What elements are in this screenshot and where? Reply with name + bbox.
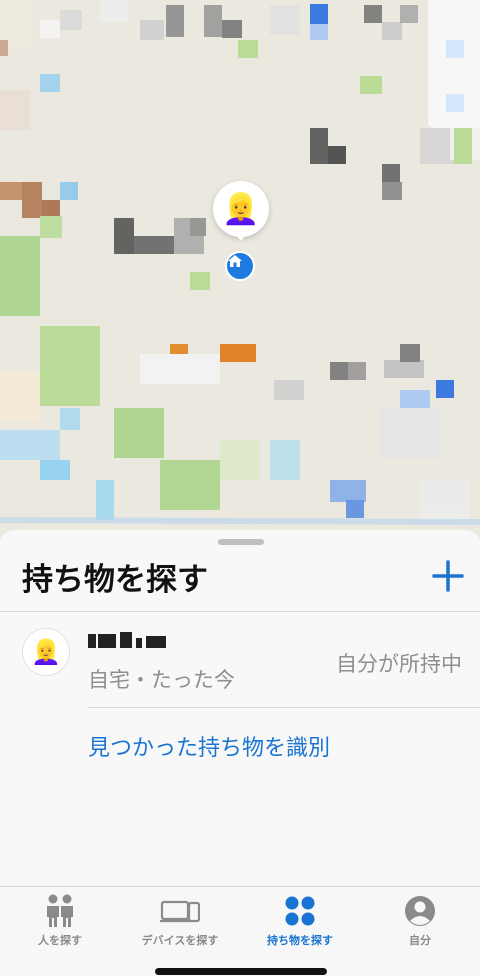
tab-me[interactable]: 自分 <box>360 887 480 957</box>
house-icon <box>228 255 242 267</box>
tab-bar: 人を探す デバイスを探す 持ち物を探す 自分 <box>0 886 480 976</box>
sheet-title: 持ち物を探す <box>22 562 208 598</box>
tab-devices[interactable]: デバイスを探す <box>120 887 240 957</box>
map-view[interactable]: 👱‍♀️ <box>0 0 480 540</box>
tab-label: 自分 <box>409 934 431 947</box>
add-item-button[interactable] <box>428 556 468 596</box>
pin-avatar-emoji: 👱‍♀️ <box>222 191 260 227</box>
map-control-tile <box>446 94 464 112</box>
tab-label: 人を探す <box>38 934 82 947</box>
person-circle-icon <box>405 896 435 926</box>
home-location-pin[interactable] <box>225 251 255 281</box>
pin-tail <box>234 232 248 241</box>
tab-people[interactable]: 人を探す <box>0 887 120 957</box>
row-divider <box>88 707 480 708</box>
item-location-pin[interactable]: 👱‍♀️ <box>213 181 269 237</box>
item-location-time: 自宅・たった今 <box>88 668 235 692</box>
sheet-grabber[interactable] <box>218 539 264 545</box>
tab-label: デバイスを探す <box>141 934 219 947</box>
avatar: 👱‍♀️ <box>22 628 70 676</box>
tab-label: 持ち物を探す <box>267 934 333 947</box>
identify-found-item-link[interactable]: 見つかった持ち物を識別 <box>88 730 330 762</box>
home-indicator <box>155 968 327 975</box>
item-name-redacted <box>88 630 172 652</box>
section-divider <box>0 611 480 612</box>
item-avatar-emoji: 👱‍♀️ <box>31 638 61 666</box>
map-control-tile <box>446 40 464 58</box>
devices-icon <box>160 900 200 923</box>
items-icon <box>285 896 315 926</box>
item-status: 自分が所持中 <box>336 652 462 676</box>
people-icon <box>47 894 73 927</box>
plus-icon <box>432 560 464 592</box>
tab-items[interactable]: 持ち物を探す <box>240 887 360 957</box>
map-controls-panel[interactable] <box>428 0 480 128</box>
items-sheet: 持ち物を探す 👱‍♀️ 自宅・たった今 自分が所持中 見つかった持ち物を識別 <box>0 530 480 886</box>
